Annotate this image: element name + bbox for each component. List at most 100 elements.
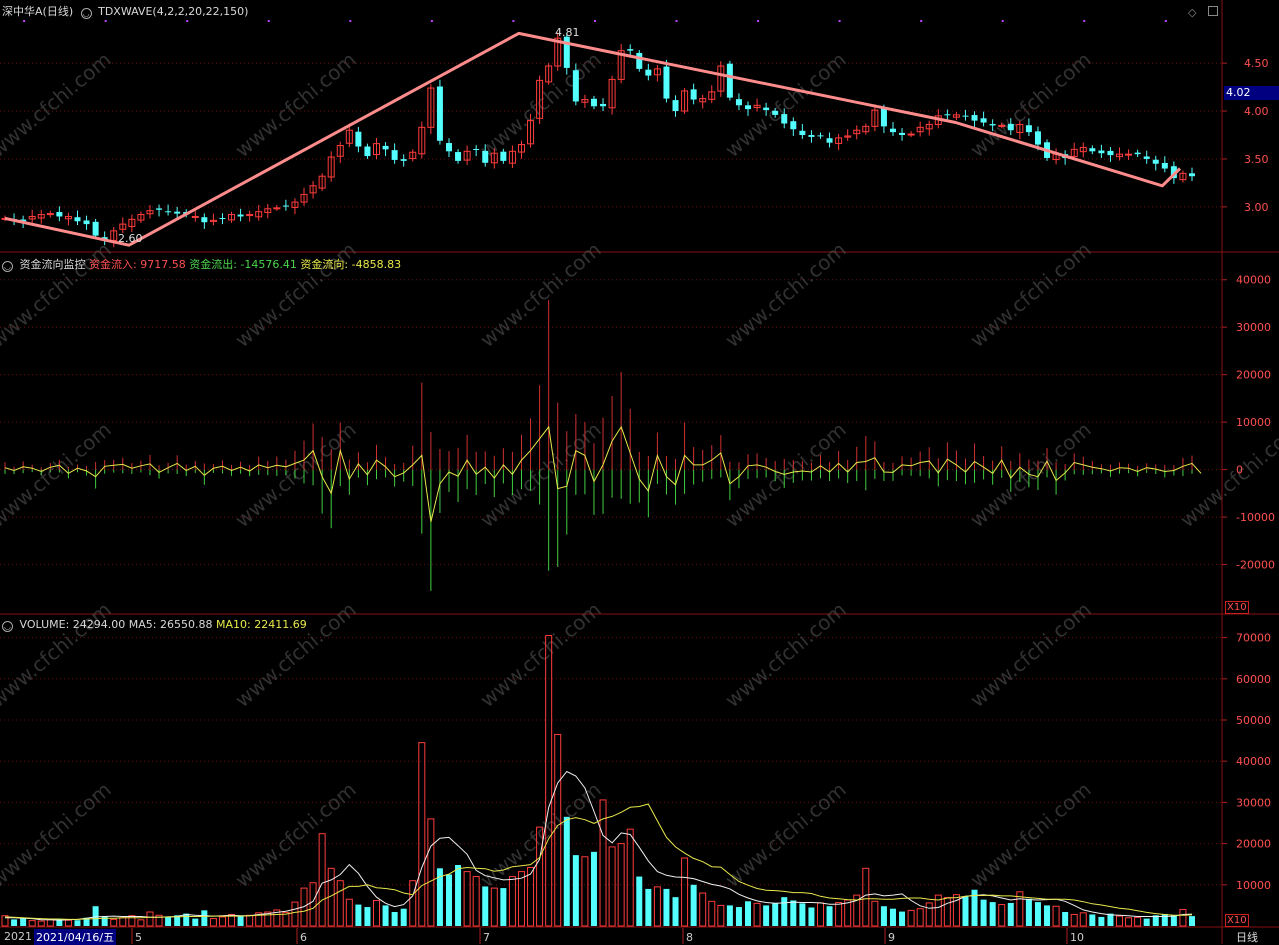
volume-bar	[862, 867, 870, 927]
candle-body	[400, 159, 407, 161]
candle-body	[56, 212, 63, 217]
candle-body	[944, 114, 951, 116]
price-tick-label: 3.00	[1244, 201, 1269, 214]
signal-dot	[593, 20, 596, 22]
volume-bar	[1189, 916, 1195, 926]
volume-bar	[74, 920, 81, 926]
volume-bar	[409, 880, 417, 927]
volume-bar	[1062, 911, 1069, 926]
candle-body	[980, 118, 987, 123]
candle-body	[174, 211, 181, 214]
candle-body	[1107, 150, 1114, 156]
candle-body	[246, 214, 254, 217]
watermark-text: www.cfchi.com	[230, 777, 360, 892]
signal-dot	[430, 20, 433, 22]
flow-tick-label: 0	[1236, 464, 1243, 477]
volume-bar	[482, 886, 489, 926]
panel-toggle-icon[interactable]	[1207, 6, 1218, 16]
collapse-icon[interactable]: ◡	[2, 261, 13, 272]
candle-body	[436, 86, 443, 141]
flow-tick-label: 20000	[1236, 369, 1271, 382]
volume-bar	[1125, 917, 1133, 927]
volume-bar	[101, 916, 108, 926]
volume-bar	[373, 899, 381, 927]
volume-bar	[816, 902, 824, 927]
volume-bar	[1143, 918, 1150, 926]
volume-bar	[382, 905, 389, 926]
volume-bar	[1134, 916, 1142, 927]
candle-body	[636, 52, 643, 69]
low-price-label: 2.60	[118, 232, 143, 245]
volume-bar	[508, 876, 516, 927]
signal-dot	[838, 20, 841, 22]
flow-tick-label: -10000	[1236, 511, 1275, 524]
watermark-text: www.cfchi.com	[475, 47, 605, 162]
volume-bar	[781, 897, 788, 926]
volume-bar	[110, 918, 118, 927]
candle-body	[1098, 150, 1105, 154]
ma10-label: MA10:	[216, 618, 251, 631]
candle-body	[156, 208, 163, 210]
volume-bar	[617, 843, 625, 927]
signal-dot	[186, 20, 189, 22]
watermark-text: www.cfchi.com	[475, 777, 605, 892]
month-label: 7	[483, 931, 490, 944]
volume-bar	[527, 866, 535, 927]
candle-body	[1034, 131, 1041, 145]
volume-bar	[962, 896, 969, 926]
volume-bar	[46, 919, 54, 927]
current-price-tag: 4.02	[1224, 86, 1279, 100]
volume-bar	[1179, 909, 1187, 927]
volume-bar	[590, 851, 597, 926]
candle-body	[191, 215, 199, 218]
price-header: 深中华A(日线) ◡ TDXWAVE(4,2,2,20,22,150)	[2, 3, 248, 19]
stock-name[interactable]: 深中华A(日线)	[2, 5, 73, 18]
volume-bar	[745, 901, 752, 926]
flow-tick-label: 30000	[1236, 321, 1271, 334]
volume-bar	[218, 916, 226, 927]
volume-bar	[989, 902, 996, 926]
candle-body	[763, 107, 770, 111]
candle-body	[1007, 123, 1014, 131]
ma10-value: 22411.69	[254, 618, 307, 631]
volume-bar	[672, 897, 679, 926]
signal-dot	[267, 20, 270, 22]
volume-bar	[753, 902, 761, 927]
flow-title[interactable]: 资金流向监控	[20, 258, 86, 271]
vol-tick-label: 10000	[1236, 879, 1271, 892]
collapse-icon[interactable]: ◡	[2, 621, 13, 632]
volume-bar	[237, 916, 244, 926]
volume-bar	[1052, 905, 1060, 927]
collapse-icon[interactable]: ◡	[80, 8, 92, 19]
volume-bar	[799, 903, 806, 926]
volume-bar	[726, 905, 733, 926]
volume-bar	[463, 871, 471, 927]
volume-bar	[1107, 913, 1114, 926]
candle-body	[889, 128, 896, 133]
volume-bar	[1161, 914, 1168, 926]
watermark-text: www.cfchi.com	[475, 237, 605, 352]
month-label: 5	[135, 931, 142, 944]
flow-tick-label: 40000	[1236, 274, 1271, 287]
candle-body	[46, 213, 54, 216]
price-tick-label: 3.50	[1244, 153, 1269, 166]
volume-bar	[500, 888, 507, 926]
volume-bar	[201, 910, 208, 926]
volume-bar	[209, 918, 217, 927]
volume-bar	[735, 907, 742, 926]
indicator-name[interactable]: TDXWAVE(4,2,2,20,22,150)	[98, 5, 248, 18]
volume-bar	[391, 911, 398, 926]
volume-bar	[92, 906, 99, 926]
volume-bar	[1034, 902, 1041, 926]
period-label[interactable]: 日线	[1236, 929, 1258, 945]
volume-title[interactable]: VOLUME:	[20, 618, 70, 631]
volume-bar	[1044, 905, 1051, 926]
candle-body	[826, 138, 833, 143]
volume-bar	[418, 742, 426, 927]
volume-bar	[1098, 916, 1105, 926]
diamond-icon[interactable]: ◇	[1188, 6, 1196, 19]
candle-body	[1152, 159, 1159, 164]
volume-bar	[681, 857, 689, 927]
candle-body	[645, 69, 652, 76]
volume-bar	[1025, 898, 1032, 926]
